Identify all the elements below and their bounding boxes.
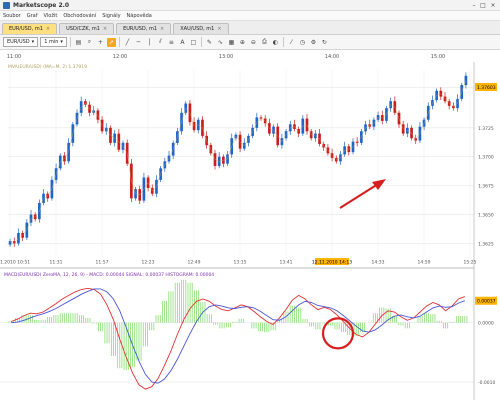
menu-item-signaly[interactable]: Signály — [102, 13, 120, 19]
macd-indicator-label: MACD(EUR/USD) ZeroMA, 12, 26, 9) - MACD:… — [4, 272, 214, 278]
crosshair-icon[interactable]: + — [96, 38, 105, 47]
zoom-icon[interactable]: ⌕ — [85, 38, 94, 47]
channel-icon[interactable]: ⫽ — [156, 38, 165, 47]
current-price-label: 1.37603 — [477, 85, 496, 91]
price-tick-label: 1.3725 — [478, 126, 494, 132]
price-tick-label: 1.3700 — [478, 155, 494, 161]
toolbar-separator — [200, 37, 202, 47]
tab-label: EUR/USD, m1 — [9, 26, 43, 32]
menu-bar: Soubor Graf Vložit Obchodování Signály N… — [0, 11, 500, 21]
top-time-label: 15:00 — [431, 54, 445, 60]
bottom-time-label: 12.11.2010 10:51 — [0, 260, 30, 266]
horizontal-line-icon[interactable]: ─ — [134, 38, 143, 47]
instrument-value: EUR/USD — [7, 39, 30, 45]
close-tab-icon[interactable]: × — [103, 24, 107, 34]
price-tick-label: 1.3625 — [478, 241, 494, 247]
toolbar-separator — [282, 37, 284, 47]
top-time-label: 14:00 — [325, 54, 339, 60]
close-tab-icon[interactable]: × — [46, 24, 50, 34]
cursor-icon[interactable]: ➚ — [106, 37, 116, 47]
settings-icon[interactable]: ⚙ — [309, 38, 318, 47]
title-bar: Marketscope 2.0 – □ × — [0, 0, 500, 11]
close-button[interactable]: × — [489, 2, 497, 9]
shape-icon[interactable]: □ — [189, 38, 198, 47]
color-icon[interactable]: ◐ — [271, 38, 280, 47]
indicator-icon[interactable]: ∿ — [216, 38, 225, 47]
bottom-time-label: 14:59 — [418, 260, 431, 266]
toolbar-separator — [118, 37, 120, 47]
trend-line-icon[interactable]: ╱ — [123, 38, 132, 47]
chart-background — [0, 50, 500, 400]
line-icon[interactable]: ⁄ — [287, 38, 296, 47]
bottom-time-label: 12:49 — [188, 260, 201, 266]
toolbar-separator — [69, 37, 71, 47]
instrument-select[interactable]: EUR/USD ▾ — [3, 37, 39, 47]
menu-item-napoveda[interactable]: Nápověda — [127, 13, 152, 19]
app-title: Marketscope 2.0 — [13, 2, 70, 9]
menu-item-vlozit[interactable]: Vložit — [43, 13, 57, 19]
menu-item-obchodovani[interactable]: Obchodování — [63, 13, 96, 19]
macd-tick-label: 0.0000 — [478, 321, 494, 327]
price-indicator-label: MVA(EUR/USD) (MA=M, 2) 1.37919 — [8, 64, 87, 70]
macd-current-label: 0.00037 — [477, 299, 496, 305]
price-tick-label: 1.3650 — [478, 213, 494, 219]
chevron-down-icon: ▾ — [60, 39, 63, 45]
print-icon[interactable]: ⎙ — [260, 38, 269, 47]
pencil-icon[interactable]: ✎ — [205, 38, 214, 47]
chart-toolbar: EUR/USD ▾ 1 min ▾ ▤ ⌕ + ➚ ╱ ─ │ ⫽ ≡ A □ ✎ ∿ ▦ ⊕ ⊖ ⎙ ◐ ⁄ ◷ ⚙ ↻ — [0, 35, 500, 50]
top-time-label: 13:00 — [219, 54, 233, 60]
chart-type-icon[interactable]: ▤ — [74, 38, 83, 47]
app-logo-icon — [3, 2, 10, 9]
bottom-time-label: 12:23 — [142, 260, 155, 266]
refresh-icon[interactable]: ↻ — [320, 38, 329, 47]
chevron-down-icon: ▾ — [31, 39, 35, 45]
macd-tick-label: -0.0010 — [478, 380, 496, 386]
vertical-line-icon[interactable]: │ — [145, 38, 154, 47]
tab-usd-czk[interactable]: USD/CZK, m1 × — [59, 23, 115, 34]
toolbar-icons: ▤ ⌕ + ➚ ╱ ─ │ ⫽ ≡ A □ ✎ ∿ ▦ ⊕ ⊖ ⎙ ◐ ⁄ ◷ ⚙ ↻ — [74, 37, 329, 47]
bottom-time-label: 11:31 — [50, 260, 63, 266]
chart-tab-bar: EUR/USD, m1 × USD/CZK, m1 × EUR/USD, m1 × X… — [0, 21, 500, 35]
top-time-label: 11:00 — [7, 54, 21, 60]
tab-xau-usd[interactable]: XAU/USD, m1 × — [173, 23, 229, 34]
timeframe-select[interactable]: 1 min ▾ — [40, 37, 67, 47]
bottom-time-label: 15:25 — [464, 260, 477, 266]
bottom-time-label: 13:41 — [280, 260, 293, 266]
minimize-button[interactable]: – — [470, 2, 478, 9]
tab-label: EUR/USD, m1 — [123, 26, 158, 32]
zoom-out-icon[interactable]: ⊖ — [249, 38, 258, 47]
menu-item-soubor[interactable]: Soubor — [3, 13, 21, 19]
close-tab-icon[interactable]: × — [160, 24, 164, 34]
close-tab-icon[interactable]: × — [217, 24, 221, 34]
clock-icon[interactable]: ◷ — [298, 38, 307, 47]
candle-body — [8, 241, 12, 245]
bottom-time-label: 12.11.2010 14:13 — [312, 260, 352, 266]
chart-area: MVA(EUR/USD) (MA=M, 2) 1.37919 11:00 12:0… — [0, 50, 500, 400]
bottom-time-label: 14:33 — [372, 260, 385, 266]
tab-label: XAU/USD, m1 — [180, 26, 215, 32]
zoom-in-icon[interactable]: ⊕ — [238, 38, 247, 47]
maximize-button[interactable]: □ — [479, 2, 487, 9]
tab-eur-usd[interactable]: EUR/USD, m1 × — [2, 23, 58, 34]
bottom-time-label: 13:15 — [234, 260, 247, 266]
tab-eur-usd-2[interactable]: EUR/USD, m1 × — [116, 23, 172, 34]
tab-label: USD/CZK, m1 — [66, 26, 100, 32]
timeframe-value: 1 min — [44, 39, 59, 45]
template-icon[interactable]: ▦ — [227, 38, 236, 47]
menu-item-graf[interactable]: Graf — [27, 13, 38, 19]
top-time-label: 12:00 — [113, 54, 127, 60]
text-icon[interactable]: A — [178, 38, 187, 47]
price-tick-label: 1.3675 — [478, 184, 494, 190]
fibonacci-icon[interactable]: ≡ — [167, 38, 176, 47]
bottom-time-label: 11:57 — [96, 260, 109, 266]
